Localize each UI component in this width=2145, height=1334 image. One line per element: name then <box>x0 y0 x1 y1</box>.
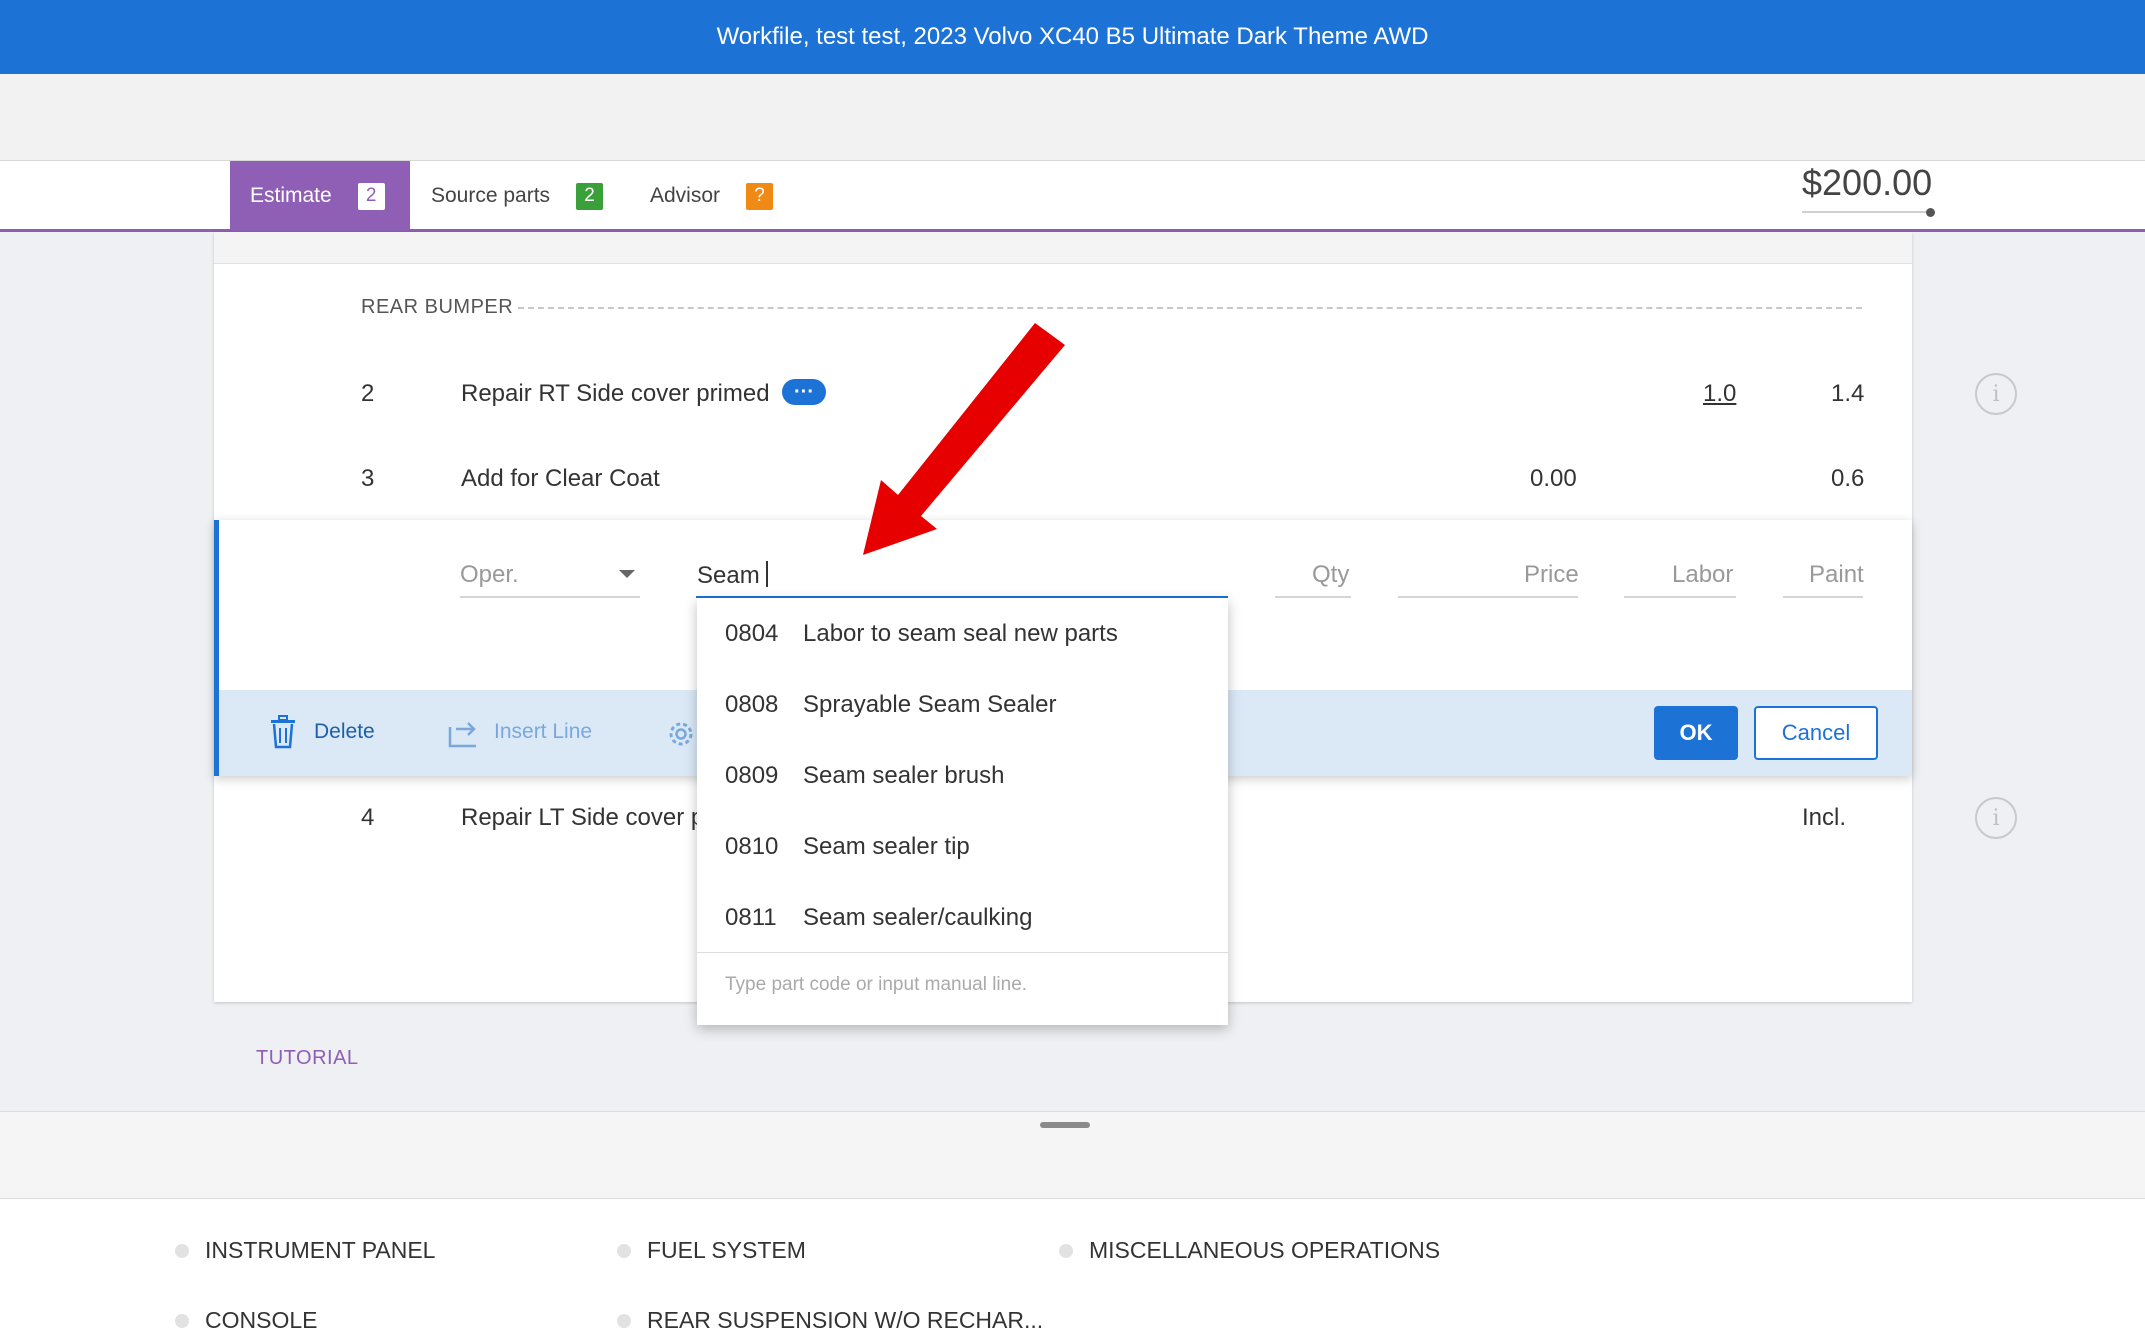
card-header-strip <box>214 232 1912 264</box>
dropdown-hint: Type part code or input manual line. <box>725 974 1028 995</box>
category-item[interactable]: MISCELLANEOUS OPERATIONS <box>1059 1237 1440 1264</box>
suggestion-label: Labor to seam seal new parts <box>803 619 1118 647</box>
part-search-value: Seam <box>697 562 760 589</box>
category-dot <box>175 1313 189 1328</box>
oper-underline <box>460 596 640 598</box>
toolbar-area <box>0 74 2145 160</box>
category-dot <box>617 1243 631 1258</box>
price-input[interactable]: Price <box>1524 561 1579 589</box>
tab-advisor-label: Advisor <box>650 184 721 207</box>
suggestion-code: 0811 <box>725 903 777 931</box>
trash-icon <box>271 715 295 749</box>
category-item[interactable]: INSTRUMENT PANEL <box>175 1237 435 1264</box>
suggestion-code: 0809 <box>725 761 779 789</box>
annotation-arrow-icon <box>863 323 1065 555</box>
info-icon[interactable]: i <box>1975 797 2017 839</box>
insert-line-button[interactable]: Insert Line <box>446 715 592 749</box>
suggestion-label: Seam sealer/caulking <box>803 903 1033 931</box>
tab-advisor[interactable]: Advisor ? <box>650 161 774 231</box>
window-title: Workfile, test test, 2023 Volvo XC40 B5 … <box>716 23 1429 50</box>
text-cursor <box>765 561 768 587</box>
category-item[interactable]: REAR SUSPENSION W/O RECHAR... <box>617 1307 1043 1334</box>
delete-button[interactable]: Delete <box>268 715 375 749</box>
ok-button[interactable]: OK <box>1654 706 1738 760</box>
dropdown-separator <box>697 952 1228 953</box>
tab-estimate[interactable]: Estimate 2 <box>230 161 410 231</box>
category-item[interactable]: FUEL SYSTEM <box>617 1237 806 1264</box>
tab-source-parts-badge: 2 <box>576 182 604 210</box>
suggestion-item[interactable]: 0804 Labor to seam seal new parts <box>697 598 1228 669</box>
category-label: INSTRUMENT PANEL <box>205 1237 436 1263</box>
line-number: 3 <box>361 465 375 492</box>
tab-estimate-badge: 2 <box>357 182 385 210</box>
line-paint: Incl. <box>1802 804 1847 831</box>
total-underline <box>1802 211 1932 213</box>
category-label: FUEL SYSTEM <box>647 1237 806 1263</box>
part-search-input[interactable]: Seam <box>697 561 768 590</box>
paint-underline <box>1783 596 1863 598</box>
category-label: CONSOLE <box>205 1307 318 1333</box>
price-underline <box>1398 596 1578 598</box>
suggestion-code: 0810 <box>725 832 779 860</box>
suggestion-label: Seam sealer brush <box>803 761 1005 789</box>
line-paint: 1.4 <box>1831 380 1865 407</box>
suggestion-item[interactable]: 0811 Seam sealer/caulking <box>697 882 1228 953</box>
line-labor[interactable]: 1.0 <box>1703 380 1736 408</box>
suggestion-label: Seam sealer tip <box>803 832 970 860</box>
tab-advisor-badge: ? <box>746 182 774 210</box>
qty-underline <box>1275 596 1351 598</box>
line-number: 2 <box>361 380 375 407</box>
suggestion-code: 0808 <box>725 690 779 718</box>
info-icon[interactable]: i <box>1975 373 2017 415</box>
category-dot <box>617 1313 631 1328</box>
category-dot <box>175 1243 189 1258</box>
more-options-button[interactable]: ··· <box>782 379 826 405</box>
suggestion-code: 0804 <box>725 619 779 647</box>
suggestion-item[interactable]: 0809 Seam sealer brush <box>697 740 1228 811</box>
paint-input[interactable]: Paint <box>1809 561 1864 589</box>
line-description[interactable]: Repair RT Side cover primed <box>461 380 770 408</box>
category-label: REAR SUSPENSION W/O RECHAR... <box>647 1307 1044 1333</box>
line-paint: 0.6 <box>1831 465 1865 492</box>
part-suggestions-dropdown: 0804 Labor to seam seal new parts 0808 S… <box>697 598 1228 1025</box>
window-title-bar: Workfile, test test, 2023 Volvo XC40 B5 … <box>0 0 2145 74</box>
delete-label: Delete <box>314 720 375 743</box>
cancel-button[interactable]: Cancel <box>1754 706 1878 760</box>
tab-estimate-label: Estimate <box>250 184 332 207</box>
suggestion-item[interactable]: 0810 Seam sealer tip <box>697 811 1228 882</box>
section-label: REAR BUMPER <box>361 296 514 318</box>
resize-handle[interactable] <box>1040 1122 1090 1128</box>
category-label: MISCELLANEOUS OPERATIONS <box>1089 1237 1441 1263</box>
category-list <box>0 1199 2145 1334</box>
suggestion-item[interactable]: 0808 Sprayable Seam Sealer <box>697 669 1228 740</box>
line-description[interactable]: Add for Clear Coat <box>461 465 660 493</box>
gear-icon[interactable] <box>665 718 697 755</box>
tab-source-parts-label: Source parts <box>431 184 551 207</box>
labor-input[interactable]: Labor <box>1672 561 1733 589</box>
labor-underline <box>1624 596 1736 598</box>
insert-line-label: Insert Line <box>494 720 593 743</box>
total-indicator-dot <box>1926 208 1935 217</box>
oper-select[interactable]: Oper. <box>460 561 519 589</box>
chevron-down-icon[interactable] <box>619 570 635 578</box>
section-divider <box>518 307 1862 309</box>
suggestion-label: Sprayable Seam Sealer <box>803 690 1057 718</box>
tutorial-link[interactable]: TUTORIAL <box>256 1047 359 1070</box>
estimate-total: $200.00 <box>1802 162 1933 203</box>
tab-source-parts[interactable]: Source parts 2 <box>431 161 604 231</box>
insert-line-icon <box>448 722 476 748</box>
line-number: 4 <box>361 804 375 831</box>
line-price: 0.00 <box>1530 465 1577 492</box>
qty-input[interactable]: Qty <box>1312 561 1349 589</box>
line-description[interactable]: Repair LT Side cover p <box>461 804 704 832</box>
category-item[interactable]: CONSOLE <box>175 1307 317 1334</box>
category-dot <box>1059 1243 1073 1258</box>
